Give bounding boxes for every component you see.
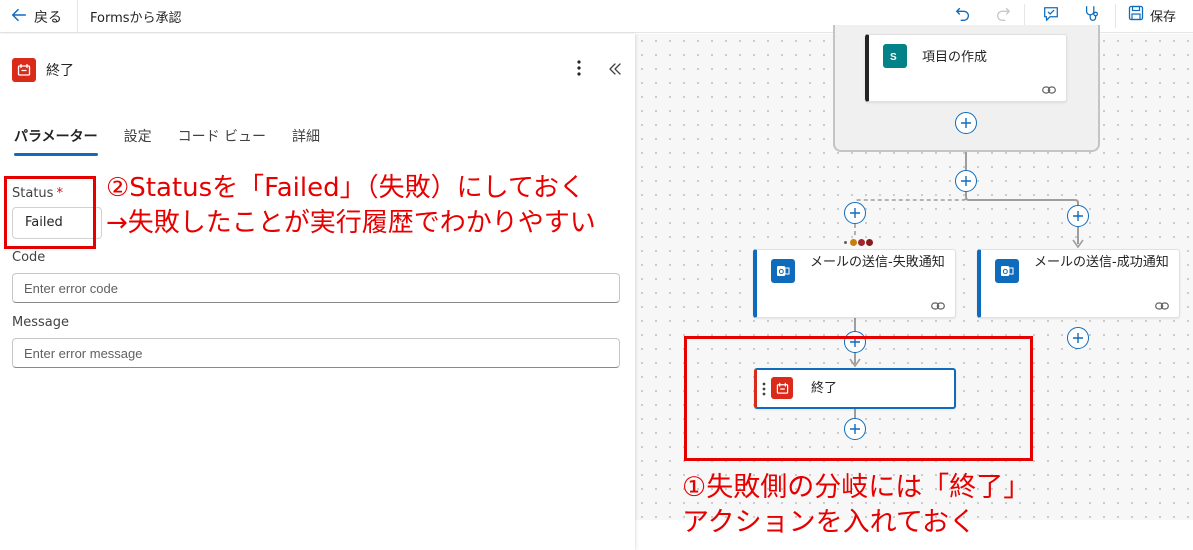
arrow-left-icon: [10, 6, 28, 28]
plus-icon: [850, 337, 860, 347]
status-dot: [844, 241, 847, 244]
code-input[interactable]: [12, 273, 620, 303]
save-icon: [1128, 5, 1144, 25]
plus-icon: [961, 118, 971, 128]
action-details-panel: 終了 パラメーター 設定 コード ビュー 詳細 Status * Failed C…: [0, 34, 635, 550]
svg-text:S: S: [890, 52, 897, 63]
card-label: 項目の作成: [922, 50, 988, 65]
copilot-review-button[interactable]: [1041, 6, 1061, 26]
add-action-button[interactable]: [955, 170, 977, 192]
plus-icon: [1073, 211, 1083, 221]
undo-icon: [954, 5, 972, 27]
save-button[interactable]: 保存: [1128, 5, 1176, 25]
more-options-button[interactable]: [572, 60, 586, 80]
collapse-panel-button[interactable]: [606, 60, 624, 80]
tab-code-view[interactable]: コード ビュー: [178, 126, 266, 156]
plus-icon: [961, 176, 971, 186]
link-icon: [1042, 86, 1056, 94]
add-action-button[interactable]: [844, 331, 866, 353]
link-icon: [931, 302, 945, 310]
review-icon: [1042, 5, 1060, 27]
terminate-icon: [12, 58, 36, 82]
status-label-text: Status: [12, 186, 54, 201]
status-annotation-line2: →失敗したことが実行履歴でわかりやすい: [106, 207, 596, 239]
link-icon: [1155, 302, 1169, 310]
create-item-card[interactable]: S 項目の作成: [865, 34, 1067, 102]
tab-settings[interactable]: 設定: [124, 126, 152, 156]
more-vertical-icon: [577, 60, 581, 80]
panel-header: 終了: [12, 58, 74, 82]
status-dot: [866, 239, 873, 246]
plus-icon: [850, 424, 860, 434]
code-field-label: Code: [12, 250, 46, 265]
outlook-icon: O: [771, 259, 795, 283]
panel-tabs: パラメーター 設定 コード ビュー 詳細: [14, 126, 346, 156]
flow-checker-button[interactable]: [1082, 6, 1102, 26]
card-label: メールの送信-失敗通知: [810, 255, 945, 270]
redo-button[interactable]: [993, 6, 1013, 26]
outlook-icon: O: [995, 259, 1019, 283]
undo-button[interactable]: [953, 6, 973, 26]
message-field-label: Message: [12, 315, 69, 330]
message-input[interactable]: [12, 338, 620, 368]
terminate-icon: [771, 377, 793, 399]
branch-annotation-line2: アクションを入れておく: [682, 507, 977, 538]
add-action-button[interactable]: [844, 202, 866, 224]
terminate-card[interactable]: 終了: [754, 368, 956, 409]
status-dropdown[interactable]: Failed: [12, 207, 102, 239]
panel-title: 終了: [46, 63, 74, 79]
save-label: 保存: [1150, 9, 1177, 25]
tab-details[interactable]: 詳細: [292, 126, 320, 156]
status-dot: [858, 239, 865, 246]
back-button[interactable]: 戻る: [10, 6, 62, 28]
plus-icon: [1073, 333, 1083, 343]
flow-title: Formsから承認: [90, 11, 182, 26]
stethoscope-icon: [1083, 5, 1101, 27]
divider: [1115, 4, 1116, 28]
add-action-button[interactable]: [955, 112, 977, 134]
svg-text:O: O: [779, 269, 785, 276]
status-annotation-line1: ②Statusを「Failed」（失敗）にしておく: [106, 172, 586, 204]
status-dot: [850, 239, 857, 246]
tab-parameters[interactable]: パラメーター: [14, 126, 98, 156]
status-field-label: Status *: [12, 186, 63, 201]
plus-icon: [850, 208, 860, 218]
svg-text:O: O: [1003, 269, 1009, 276]
send-mail-success-card[interactable]: O メールの送信-成功通知: [977, 249, 1180, 318]
chevron-double-left-icon: [608, 61, 622, 80]
run-after-indicator[interactable]: [844, 239, 873, 246]
add-action-button[interactable]: [1067, 205, 1089, 227]
drag-handle-icon[interactable]: [762, 381, 766, 400]
card-label: 終了: [811, 381, 838, 396]
redo-icon: [994, 5, 1012, 27]
card-label: メールの送信-成功通知: [1034, 255, 1169, 270]
back-label: 戻る: [34, 10, 62, 26]
branch-annotation-line1: ①失敗側の分岐には「終了」: [682, 472, 1031, 503]
required-marker: *: [56, 186, 63, 201]
divider: [77, 0, 78, 33]
add-action-button[interactable]: [844, 418, 866, 440]
add-action-button[interactable]: [1067, 327, 1089, 349]
send-mail-failure-card[interactable]: O メールの送信-失敗通知: [753, 249, 956, 318]
sharepoint-icon: S: [883, 44, 907, 68]
